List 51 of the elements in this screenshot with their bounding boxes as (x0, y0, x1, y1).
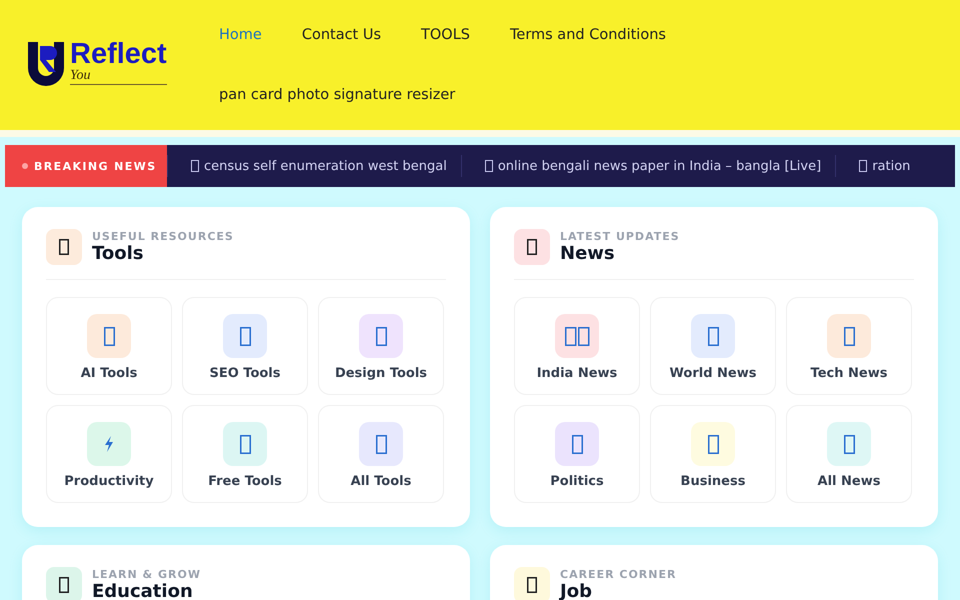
category-tile[interactable]: Tech News (786, 297, 912, 395)
section-title: Education (92, 581, 194, 600)
category-tile[interactable]: Politics (514, 405, 640, 503)
category-tile[interactable]: AI Tools (46, 297, 172, 395)
category-tile[interactable]: SEO Tools (182, 297, 308, 395)
glyph-box-icon (708, 326, 718, 346)
nav-link[interactable]: Contact Us (302, 0, 382, 60)
glyph-box-icon (376, 434, 386, 454)
glyph-box-icon (527, 577, 537, 593)
section-title: Tools (92, 243, 145, 264)
category-tile[interactable]: Design Tools (318, 297, 444, 395)
category-tile[interactable]: Productivity (46, 405, 172, 503)
glyph-box-icon (527, 239, 537, 255)
nav-link[interactable]: Home (219, 0, 262, 60)
glyph-box-icon (59, 577, 69, 593)
glyph-box-icon (376, 326, 386, 346)
section-eyebrow: CAREER CORNER (560, 568, 676, 581)
nav-link[interactable]: pan card photo signature resizer (219, 60, 456, 120)
logo-tagline: You (70, 69, 167, 85)
glyph-box-icon (191, 160, 199, 172)
nav-link[interactable]: TOOLS (421, 0, 470, 60)
glyph-box-icon (844, 326, 854, 346)
category-tile[interactable]: World News (650, 297, 776, 395)
news-headline-link[interactable]: ration (859, 158, 910, 174)
section-eyebrow: LEARN & GROW (92, 568, 201, 581)
news-headline-link[interactable]: census self enumeration west bengal (191, 158, 447, 174)
logo-wordmark: Reflect (70, 39, 167, 69)
glyph-box-icon (859, 160, 868, 172)
glyph-box-icon (240, 326, 250, 346)
glyph-box-icon (708, 434, 718, 454)
breaking-news-title: BREAKING NEWS (34, 160, 157, 172)
category-tile[interactable]: All Tools (318, 405, 444, 503)
glyph-box-icon (484, 160, 493, 172)
nav-link[interactable]: Terms and Conditions (510, 0, 666, 60)
category-tile[interactable]: Business (650, 405, 776, 503)
live-dot-icon (22, 163, 28, 169)
glyph-box-icon (844, 434, 854, 454)
site-logo[interactable]: Reflect You (24, 38, 200, 86)
lightning-bolt-icon (104, 436, 114, 452)
news-headline-link[interactable]: online bengali news paper in India – bangla [Live] (484, 158, 822, 174)
section-eyebrow: USEFUL RESOURCES (92, 230, 234, 243)
glyph-box-icon (572, 434, 582, 454)
category-tile[interactable]: All News (786, 405, 912, 503)
glyph-box-icon (240, 434, 250, 454)
section-title: News (560, 243, 616, 264)
category-tile[interactable]: Free Tools (182, 405, 308, 503)
glyph-box-icon (59, 239, 69, 255)
glyph-boxes-icon (564, 326, 590, 346)
section-eyebrow: LATEST UPDATES (560, 230, 680, 243)
glyph-box-icon (104, 326, 114, 346)
category-tile[interactable]: India News (514, 297, 640, 395)
